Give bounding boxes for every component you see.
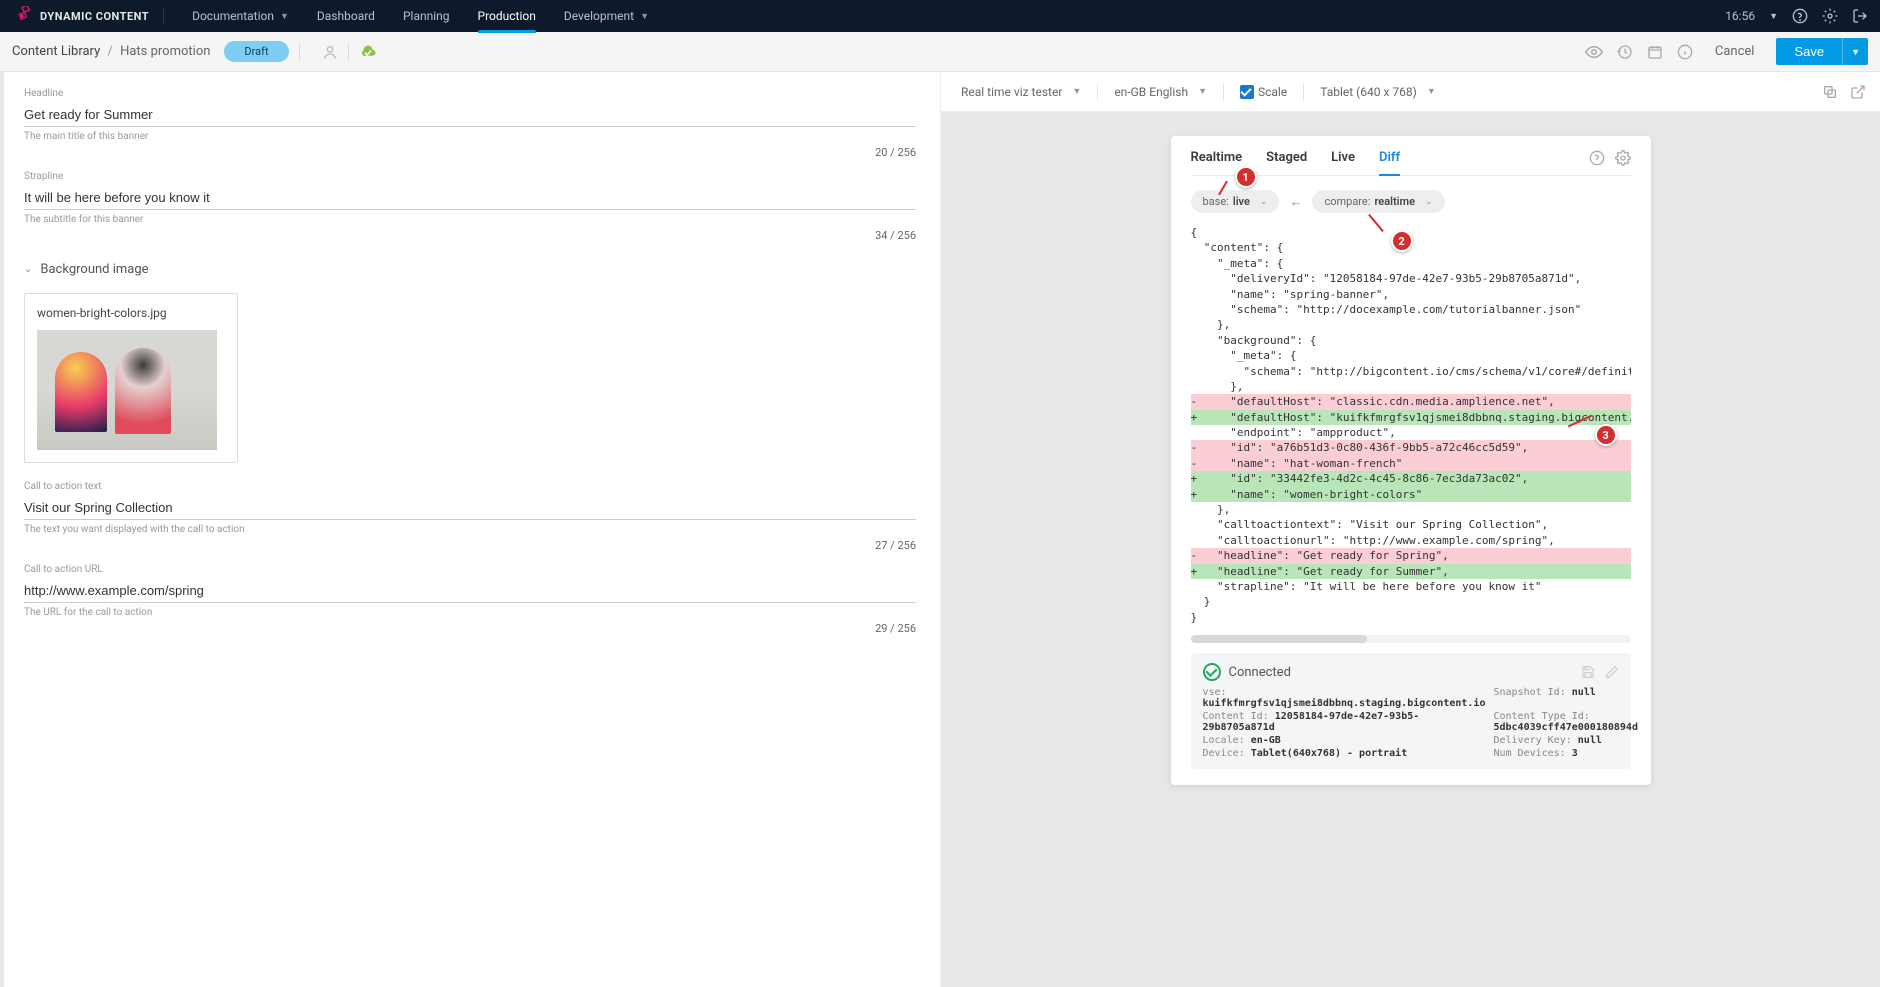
preview-panel: Real time viz tester▼ en-GB English▼ Sca… [940,72,1880,987]
background-image-header[interactable]: ⌄ Background image [12,254,928,285]
history-icon[interactable] [1617,44,1633,60]
connected-panel: Connected vse: kuifkfmrgfsv1qjsmei8dbbnq… [1191,653,1631,769]
logo-icon [12,6,32,26]
cta-text-label: Call to action text [24,481,916,492]
main-nav: Documentation▼ Dashboard Planning Produc… [178,0,663,32]
tab-staged[interactable]: Staged [1266,150,1307,169]
cta-url-input[interactable] [24,579,916,603]
headline-input[interactable] [24,103,916,127]
viz-tester-card: 1 2 3 Realtime Staged Live Diff [1171,136,1651,785]
tab-diff[interactable]: Diff [1379,150,1400,176]
arrow-left-icon: ← [1289,194,1302,210]
nav-development[interactable]: Development▼ [550,0,663,32]
subheader: Content Library / Hats promotion Draft C… [0,32,1880,72]
checkbox-icon [1240,85,1254,99]
strapline-help: The subtitle for this banner [24,214,916,225]
chevron-down-icon[interactable]: ▼ [1769,11,1778,22]
tab-live[interactable]: Live [1331,150,1355,169]
eye-icon[interactable] [1585,43,1603,61]
nav-dashboard[interactable]: Dashboard [303,0,389,32]
ok-check-icon [1203,663,1221,681]
topbar: DYNAMIC CONTENT Documentation▼ Dashboard… [0,0,1880,32]
chevron-down-icon: ▼ [640,11,649,22]
strapline-label: Strapline [24,171,916,182]
chevron-down-icon: ▼ [1198,86,1207,97]
status-badge[interactable]: Draft [224,41,288,62]
copy-icon[interactable] [1822,84,1838,100]
background-image-label: Background image [40,262,148,277]
nav-documentation[interactable]: Documentation▼ [178,0,303,32]
callout-2: 2 [1391,230,1413,252]
cta-url-help: The URL for the call to action [24,607,916,618]
chevron-down-icon: ▼ [280,11,289,22]
cta-url-count: 29 / 256 [24,622,916,635]
chevron-down-icon: ⌄ [1425,197,1433,207]
diff-output: { "content": { "_meta": { "deliveryId": … [1191,225,1631,625]
breadcrumb-root[interactable]: Content Library [12,44,100,59]
image-thumbnail [37,330,217,450]
headline-label: Headline [24,88,916,99]
breadcrumb-leaf: Hats promotion [120,44,210,59]
tab-realtime[interactable]: Realtime [1191,150,1243,169]
nav-production[interactable]: Production [464,0,550,32]
cloud-sync-icon[interactable] [359,45,377,59]
form-panel: Headline The main title of this banner 2… [0,72,940,987]
callout-1: 1 [1235,166,1257,188]
viz-selector[interactable]: Real time viz tester▼ [955,85,1087,99]
preview-toolbar: Real time viz tester▼ en-GB English▼ Sca… [941,72,1880,112]
settings-icon[interactable] [1822,8,1838,24]
logout-icon[interactable] [1852,8,1868,24]
device-selector[interactable]: Tablet (640 x 768)▼ [1314,85,1442,99]
gear-icon[interactable] [1615,150,1631,169]
connected-label: Connected [1229,665,1291,680]
chevron-down-icon: ▼ [1427,86,1436,97]
strapline-input[interactable] [24,186,916,210]
strapline-count: 34 / 256 [24,229,916,242]
horizontal-scrollbar[interactable] [1191,635,1631,643]
cta-text-count: 27 / 256 [24,539,916,552]
person-icon[interactable] [322,44,338,60]
brand-text: DYNAMIC CONTENT [40,10,149,23]
scale-toggle[interactable]: Scale [1234,85,1293,99]
chevron-down-icon: ⌄ [24,264,32,275]
callout-3: 3 [1595,424,1617,446]
save-dropdown-button[interactable]: ▼ [1842,38,1868,65]
breadcrumb: Content Library / Hats promotion [12,44,210,59]
help-icon[interactable] [1589,150,1605,169]
nav-planning[interactable]: Planning [389,0,464,32]
edit-icon[interactable] [1605,665,1619,679]
cta-text-input[interactable] [24,496,916,520]
headline-help: The main title of this banner [24,131,916,142]
save-button[interactable]: Save [1776,38,1842,65]
base-selector[interactable]: base: live ⌄ [1191,190,1280,213]
cancel-button[interactable]: Cancel [1715,44,1755,59]
cta-text-help: The text you want displayed with the cal… [24,524,916,535]
calendar-icon[interactable] [1647,44,1663,60]
locale-selector[interactable]: en-GB English▼ [1108,85,1213,99]
chevron-down-icon: ⌄ [1260,197,1268,207]
image-card[interactable]: women-bright-colors.jpg [24,293,238,463]
clock-time: 16:56 [1725,9,1755,23]
external-link-icon[interactable] [1850,84,1866,100]
headline-count: 20 / 256 [24,146,916,159]
help-icon[interactable] [1792,8,1808,24]
compare-selector[interactable]: compare: realtime ⌄ [1312,190,1444,213]
chevron-down-icon: ▼ [1072,86,1081,97]
viz-tabs: Realtime Staged Live Diff [1191,150,1631,176]
image-filename: women-bright-colors.jpg [37,306,225,320]
cta-url-label: Call to action URL [24,564,916,575]
info-icon[interactable] [1677,44,1693,60]
save-icon[interactable] [1581,665,1595,679]
divider [163,7,164,25]
logo: DYNAMIC CONTENT [12,6,149,26]
